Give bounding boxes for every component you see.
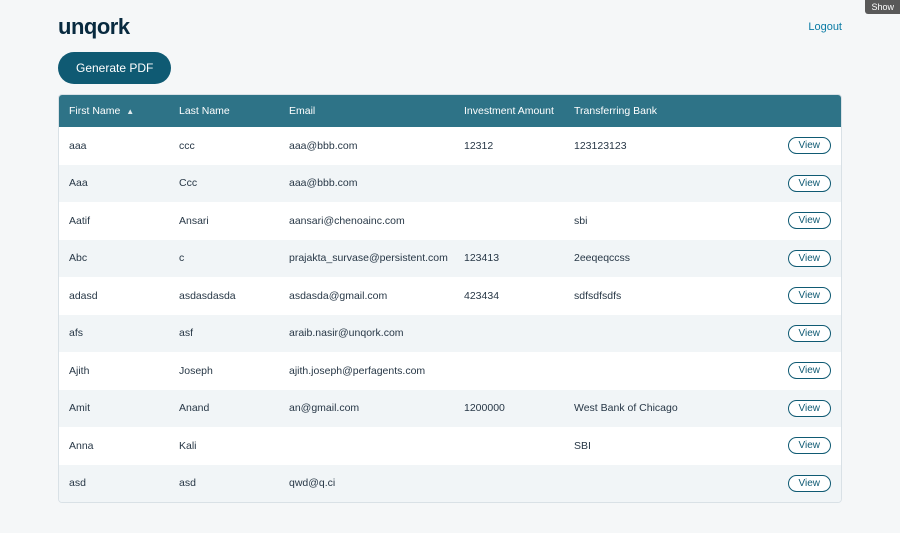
col-header-investment-amount[interactable]: Investment Amount [454,95,564,127]
cell-last-name: ccc [169,127,279,165]
cell-last-name: asdasdasda [169,277,279,315]
view-button[interactable]: View [788,212,832,229]
col-header-last-name[interactable]: Last Name [169,95,279,127]
table-row: afsasfaraib.nasir@unqork.com View [59,315,842,353]
cell-first-name: Abc [59,240,169,278]
view-button[interactable]: View [788,475,832,492]
cell-transferring-bank [564,165,764,203]
col-header-label: First Name [69,105,120,117]
header: unqork Logout [58,12,842,48]
cell-last-name: Joseph [169,352,279,390]
cell-investment-amount [454,427,564,465]
cell-transferring-bank: West Bank of Chicago [564,390,764,428]
cell-actions: View [764,352,842,390]
table-row: adasdasdasdasdaasdasda@gmail.com423434sd… [59,277,842,315]
cell-transferring-bank: sdfsdfsdfs [564,277,764,315]
table-row: asdasdqwd@q.ciView [59,465,842,503]
view-button[interactable]: View [788,137,832,154]
cell-last-name: Kali [169,427,279,465]
cell-transferring-bank [564,352,764,390]
cell-first-name: adasd [59,277,169,315]
sort-asc-icon: ▲ [126,107,134,116]
cell-transferring-bank: SBI [564,427,764,465]
col-header-transferring-bank[interactable]: Transferring Bank [564,95,764,127]
table-row: AmitAnandan@gmail.com1200000West Bank of… [59,390,842,428]
cell-investment-amount: 123413 [454,240,564,278]
cell-email: qwd@q.ci [279,465,454,503]
cell-investment-amount [454,165,564,203]
table-row: AatifAnsariaansari@chenoainc.com sbi View [59,202,842,240]
cell-investment-amount: 1200000 [454,390,564,428]
cell-transferring-bank [564,315,764,353]
view-button[interactable]: View [788,250,832,267]
table-row: AaaCccaaa@bbb.com View [59,165,842,203]
cell-first-name: asd [59,465,169,503]
cell-first-name: afs [59,315,169,353]
cell-actions: View [764,465,842,503]
view-button[interactable]: View [788,437,832,454]
cell-actions: View [764,240,842,278]
cell-investment-amount [454,352,564,390]
cell-last-name: c [169,240,279,278]
view-button[interactable]: View [788,400,832,417]
table-row: AjithJosephajith.joseph@perfagents.com Vi… [59,352,842,390]
cell-transferring-bank: 2eeqeqccss [564,240,764,278]
col-header-email[interactable]: Email [279,95,454,127]
data-table-wrap: First Name ▲ Last Name Email Investment … [58,94,842,503]
cell-actions: View [764,315,842,353]
cell-last-name: asd [169,465,279,503]
cell-email: ajith.joseph@perfagents.com [279,352,454,390]
generate-pdf-button[interactable]: Generate PDF [58,52,171,84]
data-table: First Name ▲ Last Name Email Investment … [59,95,842,502]
cell-email: araib.nasir@unqork.com [279,315,454,353]
col-header-actions [764,95,842,127]
cell-actions: View [764,277,842,315]
view-button[interactable]: View [788,287,832,304]
table-row: aaacccaaa@bbb.com12312123123123 View [59,127,842,165]
cell-first-name: Ajith [59,352,169,390]
cell-email: an@gmail.com [279,390,454,428]
cell-actions: View [764,165,842,203]
logout-link[interactable]: Logout [808,21,842,33]
cell-email: aaa@bbb.com [279,127,454,165]
cell-actions: View [764,390,842,428]
cell-email [279,427,454,465]
cell-investment-amount: 12312 [454,127,564,165]
cell-first-name: aaa [59,127,169,165]
cell-transferring-bank [564,465,764,503]
cell-first-name: Anna [59,427,169,465]
cell-first-name: Aatif [59,202,169,240]
cell-email: aansari@chenoainc.com [279,202,454,240]
cell-transferring-bank: sbi [564,202,764,240]
view-button[interactable]: View [788,325,832,342]
cell-email: prajakta_survase@persistent.com [279,240,454,278]
view-button[interactable]: View [788,362,832,379]
cell-actions: View [764,127,842,165]
cell-actions: View [764,427,842,465]
cell-investment-amount [454,202,564,240]
cell-first-name: Amit [59,390,169,428]
cell-last-name: Ccc [169,165,279,203]
table-header-row: First Name ▲ Last Name Email Investment … [59,95,842,127]
view-button[interactable]: View [788,175,832,192]
table-row: Abccprajakta_survase@persistent.com12341… [59,240,842,278]
cell-investment-amount [454,465,564,503]
show-toggle[interactable]: Show [865,0,900,14]
brand-logo: unqork [58,14,130,40]
cell-last-name: Anand [169,390,279,428]
cell-transferring-bank: 123123123 [564,127,764,165]
cell-email: aaa@bbb.com [279,165,454,203]
cell-email: asdasda@gmail.com [279,277,454,315]
cell-last-name: asf [169,315,279,353]
col-header-first-name[interactable]: First Name ▲ [59,95,169,127]
cell-last-name: Ansari [169,202,279,240]
cell-investment-amount [454,315,564,353]
cell-investment-amount: 423434 [454,277,564,315]
table-row: AnnaKali SBI View [59,427,842,465]
cell-actions: View [764,202,842,240]
cell-first-name: Aaa [59,165,169,203]
page-container: unqork Logout Generate PDF First Name ▲ … [58,0,842,503]
